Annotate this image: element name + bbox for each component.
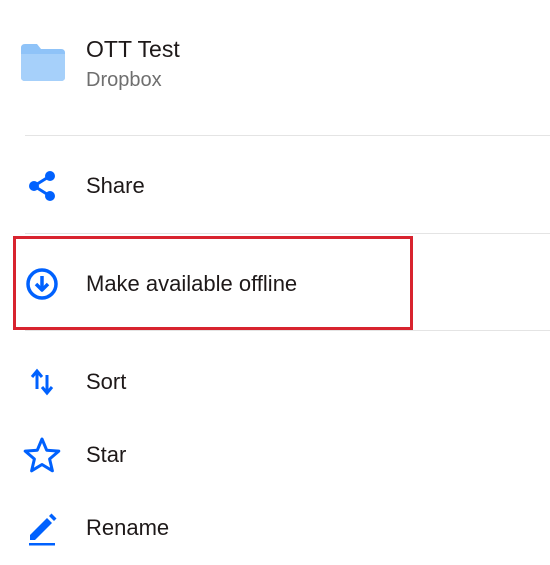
- menu-item-sort[interactable]: Sort: [0, 352, 550, 412]
- share-icon: [20, 168, 64, 204]
- menu-item-label: Share: [86, 173, 145, 198]
- divider: [25, 233, 550, 234]
- menu-item-label: Sort: [86, 369, 127, 394]
- menu-item-label: Star: [86, 442, 127, 467]
- divider: [25, 135, 550, 136]
- menu-item-share[interactable]: Share: [0, 156, 550, 216]
- file-location: Dropbox: [86, 69, 162, 91]
- file-header: OTT Test Dropbox: [0, 0, 550, 135]
- divider: [25, 330, 550, 331]
- file-title: OTT Test: [86, 36, 180, 62]
- sort-arrows-icon: [20, 364, 64, 400]
- menu-item-rename[interactable]: Rename: [0, 498, 550, 558]
- menu-item-label: Make available offline: [86, 271, 298, 296]
- pencil-icon: [20, 510, 64, 546]
- folder-icon: [21, 44, 65, 81]
- download-circle-icon: [20, 266, 64, 302]
- menu-item-label: Rename: [86, 515, 170, 540]
- menu-item-star[interactable]: Star: [0, 425, 550, 485]
- menu-item-make-available-offline[interactable]: Make available offline: [0, 254, 550, 314]
- star-outline-icon: [20, 437, 64, 473]
